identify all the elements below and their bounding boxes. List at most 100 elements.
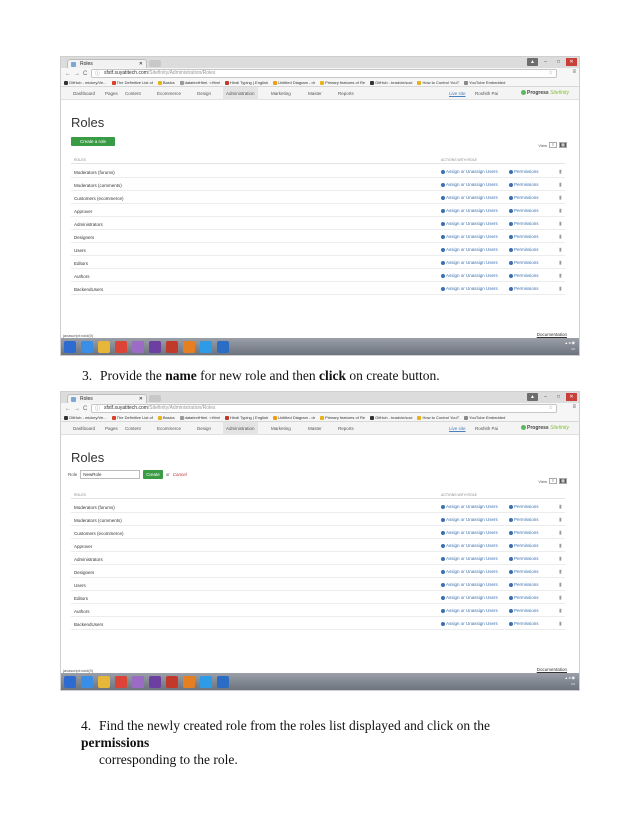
firefox-icon[interactable]: [183, 675, 195, 688]
nav-dashboard[interactable]: Dashboard: [73, 426, 95, 431]
nav-reports[interactable]: Reports: [338, 91, 354, 96]
tab-close-icon[interactable]: ✕: [139, 395, 143, 403]
permissions-link[interactable]: Permissions: [509, 621, 539, 626]
bookmark[interactable]: datatextHtml. <Html: [179, 415, 220, 420]
assign-users-link[interactable]: Assign or Unassign Users: [441, 608, 498, 613]
bookmark[interactable]: The Definitive List of: [111, 80, 153, 85]
tab-close-icon[interactable]: ✕: [139, 60, 143, 68]
live-site-link[interactable]: Live site: [449, 426, 466, 431]
permissions-link[interactable]: Permissions: [509, 569, 539, 574]
trash-icon[interactable]: ▮: [559, 504, 562, 510]
nav-design[interactable]: Design: [197, 426, 211, 431]
back-icon[interactable]: ←: [65, 406, 71, 412]
app-icon[interactable]: [166, 340, 178, 353]
role-name[interactable]: Users: [74, 248, 86, 253]
skype-icon[interactable]: [200, 675, 212, 688]
grid-view-icon[interactable]: ▦: [559, 142, 567, 148]
forward-icon[interactable]: →: [74, 406, 80, 412]
chrome-icon[interactable]: [115, 340, 127, 353]
permissions-link[interactable]: Permissions: [509, 530, 539, 535]
new-tab-button[interactable]: [149, 60, 161, 67]
assign-users-link[interactable]: Assign or Unassign Users: [441, 221, 498, 226]
role-name[interactable]: Designers: [74, 570, 94, 575]
role-name[interactable]: Users: [74, 583, 86, 588]
bookmark[interactable]: GitHub - bradvin/soci: [370, 80, 412, 85]
role-name-input[interactable]: [80, 470, 141, 479]
address-bar[interactable]: ⓘ sfstf.suyatitech.com/Sitefinity/Admini…: [91, 404, 557, 413]
create-role-button[interactable]: Create a role: [71, 137, 115, 146]
profile-icon[interactable]: ▲: [527, 58, 538, 66]
bookmark[interactable]: Hindi Typing | English: [224, 415, 268, 420]
word-icon[interactable]: [217, 675, 229, 688]
nav-design[interactable]: Design: [197, 91, 211, 96]
permissions-link[interactable]: Permissions: [509, 247, 539, 252]
bookmark[interactable]: How to Control YouT: [417, 415, 459, 420]
nav-pages[interactable]: Pages: [105, 426, 118, 431]
nav-marketing[interactable]: Marketing: [271, 426, 291, 431]
profile-icon[interactable]: ▲: [527, 393, 538, 401]
role-name[interactable]: Customers (ecommerce): [74, 196, 124, 201]
trash-icon[interactable]: ▮: [559, 543, 562, 549]
bookmark[interactable]: Primary features of Re: [320, 415, 365, 420]
nav-marketing[interactable]: Marketing: [271, 91, 291, 96]
live-site-link[interactable]: Live site: [449, 91, 466, 96]
permissions-link[interactable]: Permissions: [509, 582, 539, 587]
chrome-icon[interactable]: [115, 675, 127, 688]
bookmark-star-icon[interactable]: ☆: [549, 405, 553, 412]
forward-icon[interactable]: →: [74, 71, 80, 77]
nav-pages[interactable]: Pages: [105, 91, 118, 96]
nav-ecommerce[interactable]: Ecommerce: [157, 91, 181, 96]
browser-tab[interactable]: Roles ✕: [67, 394, 147, 403]
permissions-link[interactable]: Permissions: [509, 608, 539, 613]
assign-users-link[interactable]: Assign or Unassign Users: [441, 543, 498, 548]
menu-icon[interactable]: ≡: [572, 404, 576, 410]
role-name[interactable]: Administrators: [74, 222, 103, 227]
close-window-icon[interactable]: ✕: [566, 393, 577, 401]
role-name[interactable]: Moderators (comments): [74, 183, 122, 188]
permissions-link[interactable]: Permissions: [509, 260, 539, 265]
bookmark[interactable]: datatextHtml. <Html: [179, 80, 220, 85]
assign-users-link[interactable]: Assign or Unassign Users: [441, 582, 498, 587]
visual-studio-icon[interactable]: [149, 340, 161, 353]
bookmark[interactable]: How to Control YouT: [417, 80, 459, 85]
bookmark[interactable]: YouTube Embedded: [464, 80, 505, 85]
paint-icon[interactable]: [132, 675, 144, 688]
trash-icon[interactable]: ▮: [559, 273, 562, 279]
start-icon[interactable]: [64, 340, 76, 353]
permissions-link[interactable]: Permissions: [509, 543, 539, 548]
role-name[interactable]: Customers (ecommerce): [74, 531, 124, 536]
permissions-link[interactable]: Permissions: [509, 595, 539, 600]
permissions-link[interactable]: Permissions: [509, 517, 539, 522]
maximize-icon[interactable]: □: [553, 393, 564, 401]
trash-icon[interactable]: ▮: [559, 182, 562, 188]
role-name[interactable]: Administrators: [74, 557, 103, 562]
bookmark[interactable]: GitHub - mickey/Ve...: [64, 80, 107, 85]
create-button[interactable]: Create: [143, 470, 163, 479]
bookmark-star-icon[interactable]: ☆: [549, 70, 553, 77]
role-name[interactable]: Authors: [74, 609, 90, 614]
trash-icon[interactable]: ▮: [559, 595, 562, 601]
user-menu[interactable]: Roshith Pai: [475, 91, 498, 96]
role-name[interactable]: Moderators (forums): [74, 505, 115, 510]
role-name[interactable]: BackendUsers: [74, 287, 103, 292]
nav-master[interactable]: Master: [308, 91, 322, 96]
role-name[interactable]: Authors: [74, 274, 90, 279]
permissions-link[interactable]: Permissions: [509, 208, 539, 213]
trash-icon[interactable]: ▮: [559, 260, 562, 266]
assign-users-link[interactable]: Assign or Unassign Users: [441, 595, 498, 600]
role-name[interactable]: Designers: [74, 235, 94, 240]
assign-users-link[interactable]: Assign or Unassign Users: [441, 260, 498, 265]
minimize-icon[interactable]: –: [540, 58, 551, 66]
user-menu[interactable]: Roshith Pai: [475, 426, 498, 431]
bookmark[interactable]: Basics: [157, 415, 175, 420]
app-icon[interactable]: [166, 675, 178, 688]
role-name[interactable]: BackendUsers: [74, 622, 103, 627]
trash-icon[interactable]: ▮: [559, 169, 562, 175]
trash-icon[interactable]: ▮: [559, 195, 562, 201]
trash-icon[interactable]: ▮: [559, 221, 562, 227]
nav-content[interactable]: Content: [125, 91, 141, 96]
trash-icon[interactable]: ▮: [559, 234, 562, 240]
permissions-link[interactable]: Permissions: [509, 182, 539, 187]
role-name[interactable]: Moderators (forums): [74, 170, 115, 175]
bookmark[interactable]: Untitled Diagram - dr: [273, 415, 315, 420]
